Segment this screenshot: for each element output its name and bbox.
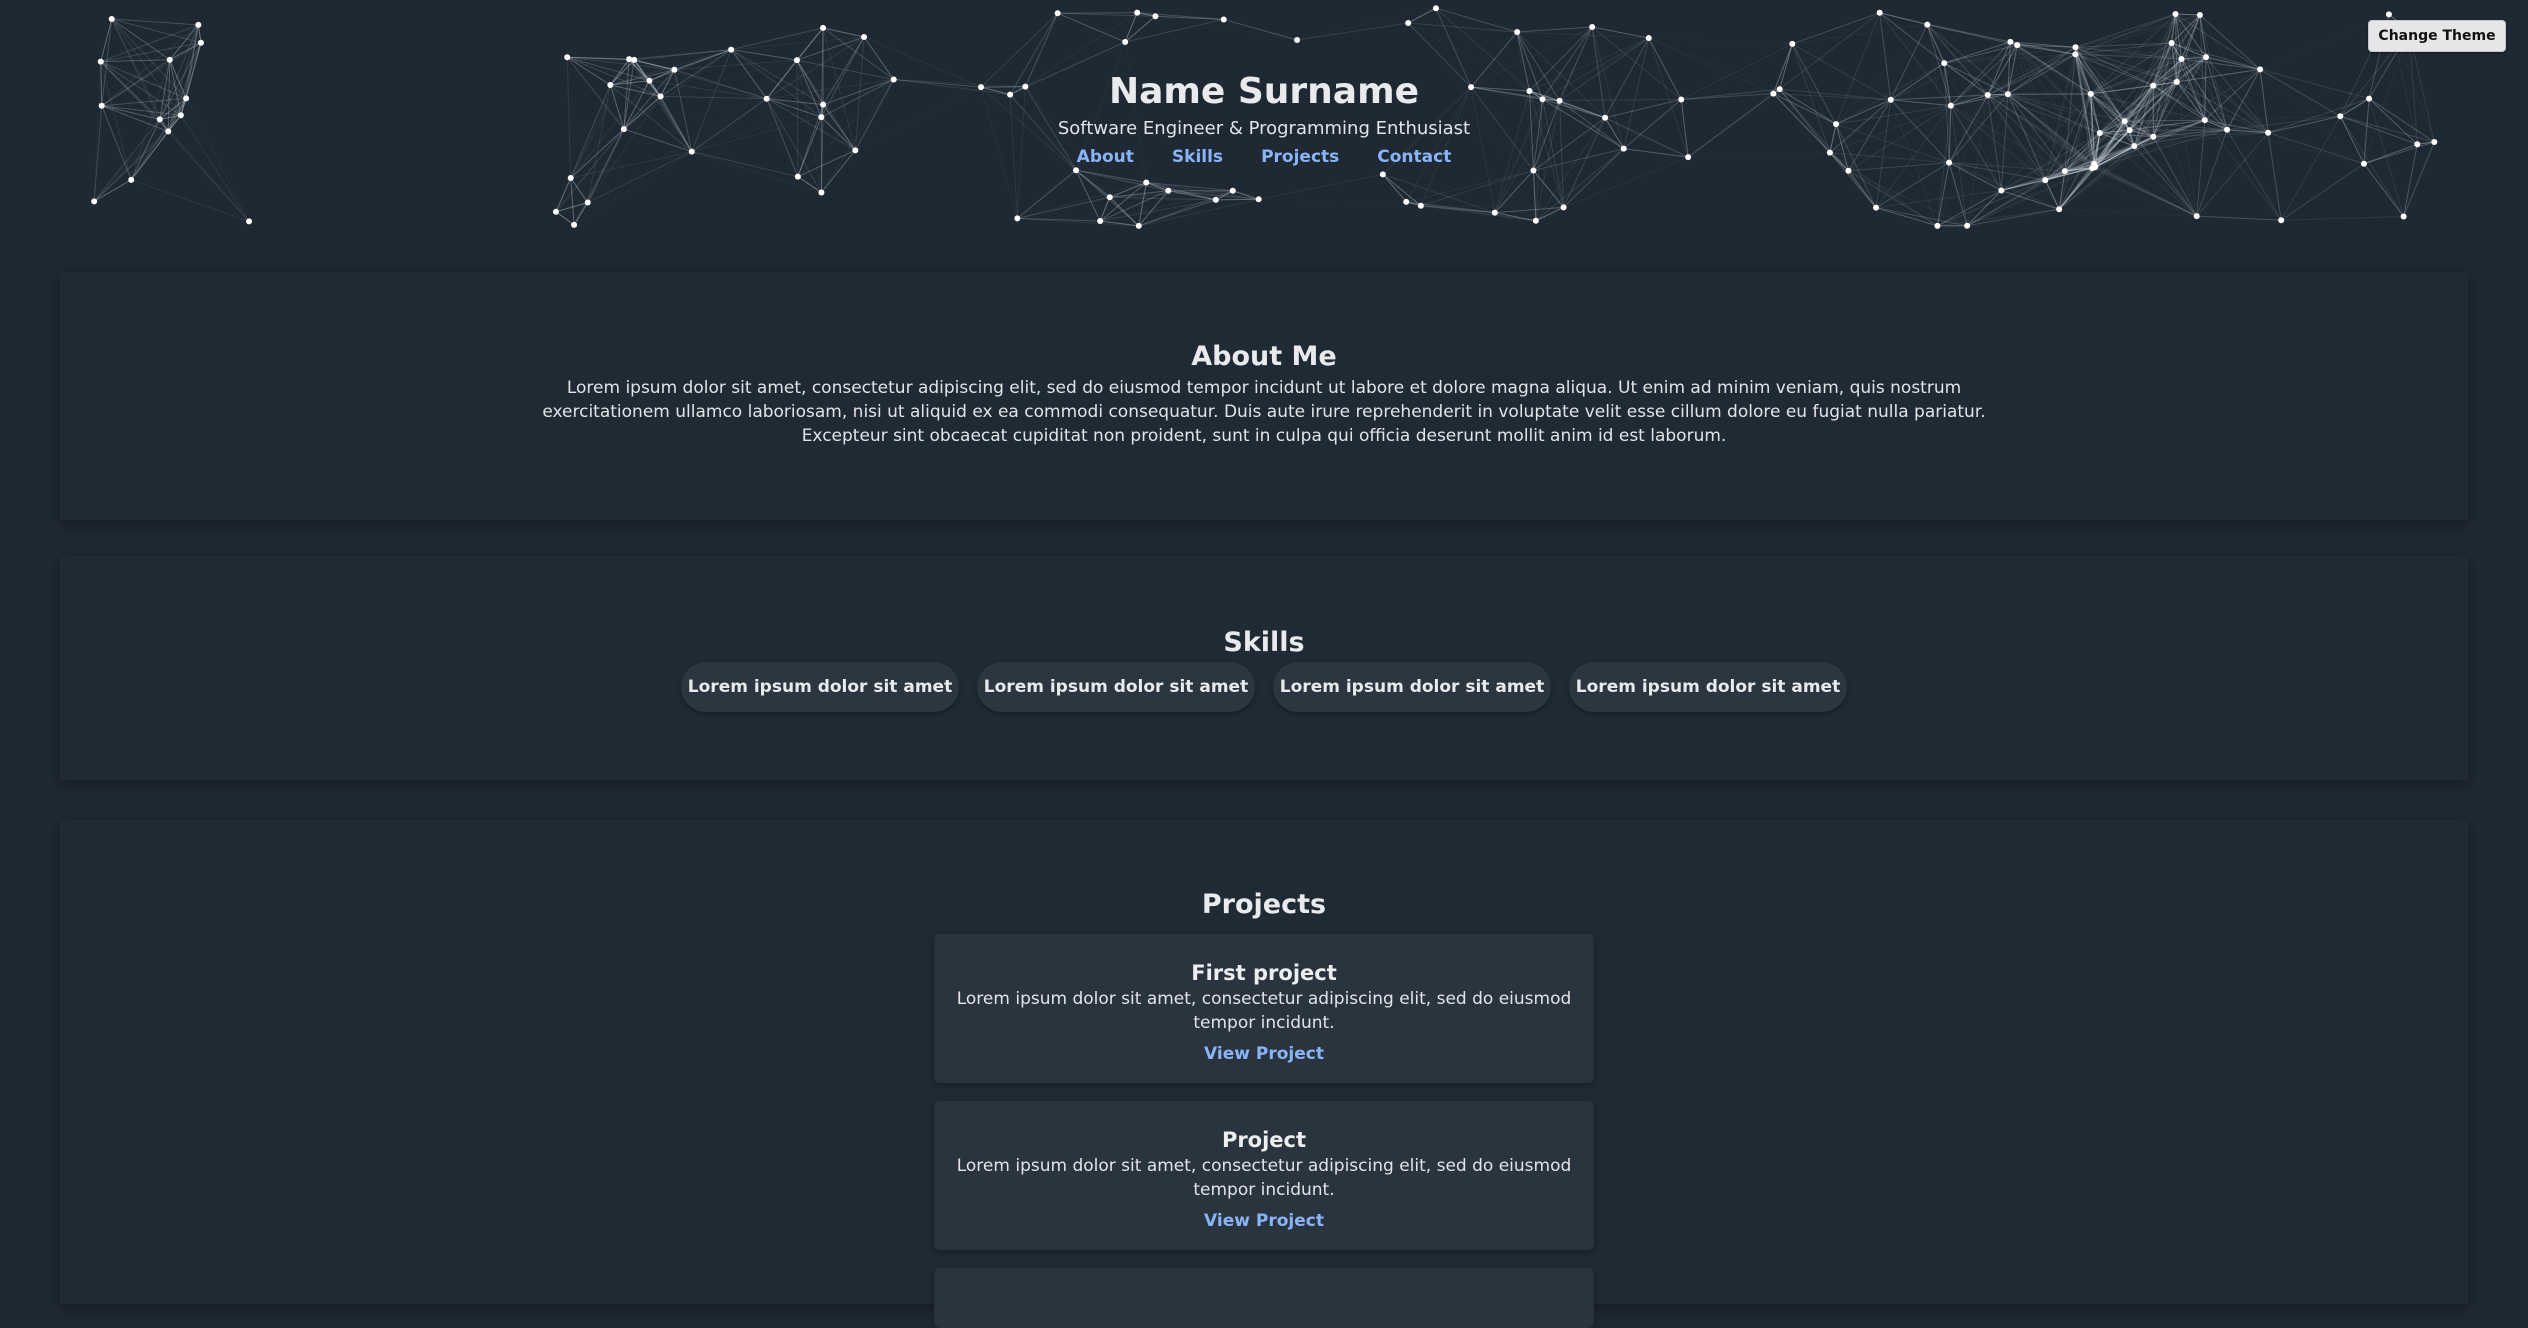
hero-header: Name Surname Software Engineer & Program… bbox=[0, 0, 2528, 236]
project-description: Lorem ipsum dolor sit amet, consectetur … bbox=[950, 987, 1578, 1035]
project-card: Project Lorem ipsum dolor sit amet, cons… bbox=[934, 1101, 1594, 1250]
projects-section: Projects First project Lorem ipsum dolor… bbox=[60, 820, 2468, 1304]
hero-content: Name Surname Software Engineer & Program… bbox=[0, 68, 2528, 168]
skills-list: Lorem ipsum dolor sit amet Lorem ipsum d… bbox=[60, 662, 2468, 712]
nav-link-skills[interactable]: Skills bbox=[1172, 146, 1223, 168]
nav-link-contact[interactable]: Contact bbox=[1377, 146, 1451, 168]
view-project-link[interactable]: View Project bbox=[1204, 1043, 1324, 1065]
project-title: First project bbox=[950, 960, 1578, 986]
projects-list: First project Lorem ipsum dolor sit amet… bbox=[60, 934, 2468, 1328]
page-subtitle: Software Engineer & Programming Enthusia… bbox=[0, 118, 2528, 140]
project-title: Project bbox=[950, 1127, 1578, 1153]
projects-title: Projects bbox=[60, 888, 2468, 922]
nav-link-about[interactable]: About bbox=[1077, 146, 1134, 168]
skills-section: Skills Lorem ipsum dolor sit amet Lorem … bbox=[60, 556, 2468, 780]
project-card bbox=[934, 1268, 1594, 1328]
skill-pill: Lorem ipsum dolor sit amet bbox=[1569, 662, 1847, 712]
nav-link-projects[interactable]: Projects bbox=[1261, 146, 1339, 168]
skill-pill: Lorem ipsum dolor sit amet bbox=[1273, 662, 1551, 712]
skill-pill: Lorem ipsum dolor sit amet bbox=[681, 662, 959, 712]
about-section: About Me Lorem ipsum dolor sit amet, con… bbox=[60, 272, 2468, 520]
about-title: About Me bbox=[60, 340, 2468, 374]
view-project-link[interactable]: View Project bbox=[1204, 1210, 1324, 1232]
skill-pill: Lorem ipsum dolor sit amet bbox=[977, 662, 1255, 712]
main-nav: About Skills Projects Contact bbox=[0, 146, 2528, 168]
project-description: Lorem ipsum dolor sit amet, consectetur … bbox=[950, 1154, 1578, 1202]
change-theme-button[interactable]: Change Theme bbox=[2368, 20, 2506, 52]
project-card: First project Lorem ipsum dolor sit amet… bbox=[934, 934, 1594, 1083]
page-title: Name Surname bbox=[0, 68, 2528, 116]
about-text: Lorem ipsum dolor sit amet, consectetur … bbox=[504, 376, 2024, 448]
skills-title: Skills bbox=[60, 626, 2468, 660]
